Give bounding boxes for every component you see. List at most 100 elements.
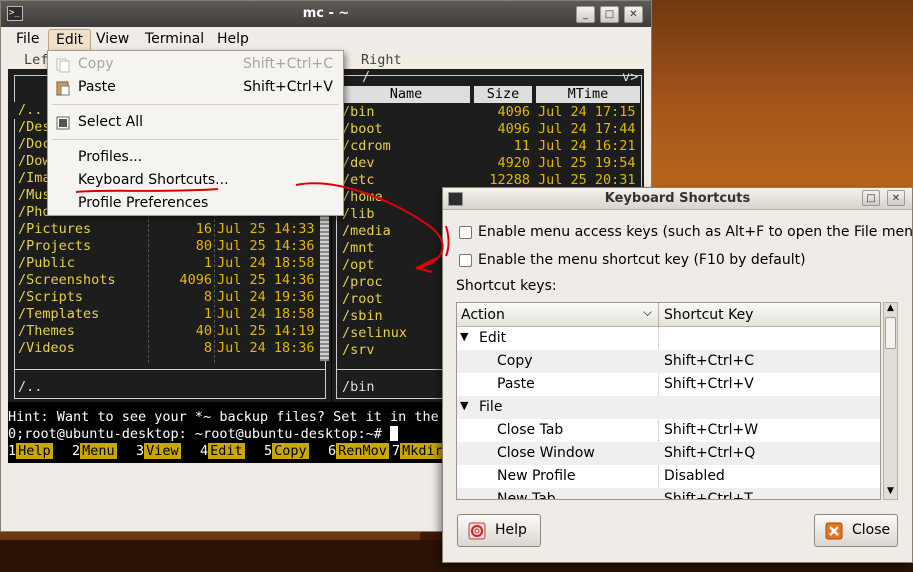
right-panel-row[interactable]: /boot 4096 Jul 24 17:44	[332, 121, 644, 138]
expander-icon[interactable]: ▼	[460, 399, 468, 412]
right-panel-row[interactable]: /cdrom 11 Jul 24 16:21	[332, 138, 644, 155]
dialog-maximize-button[interactable]: □	[862, 190, 880, 206]
file-size: 8	[203, 289, 212, 305]
menu-item-label: Paste	[78, 79, 116, 95]
tree-row[interactable]: Paste Shift+Ctrl+V	[457, 373, 880, 396]
mc-menu-right[interactable]: Right	[361, 52, 402, 68]
right-panel-path: /	[362, 69, 371, 85]
tree-row[interactable]: Copy Shift+Ctrl+C	[457, 350, 880, 373]
scroll-up-icon[interactable]: ▲	[885, 303, 896, 315]
header-size[interactable]: Size	[474, 86, 532, 103]
fkey-help[interactable]: 1 Help	[8, 443, 53, 460]
left-panel-status: /..	[18, 379, 43, 395]
menu-item-copy[interactable]: Copy Shift+Ctrl+C	[48, 53, 343, 76]
tree-scrollbar[interactable]: ▲ ▼	[883, 302, 898, 500]
menu-item-accel: Shift+Ctrl+V	[243, 79, 333, 95]
fkey-label: Help	[16, 443, 53, 459]
right-panel-row[interactable]: /bin 4096 Jul 24 17:15	[332, 104, 644, 121]
dialog-close-x-button[interactable]: ✕	[887, 190, 905, 206]
shortcut-key[interactable]: Disabled	[664, 468, 725, 484]
edit-menu-dropdown: Copy Shift+Ctrl+C Paste Shift+Ctrl+V Sel…	[47, 50, 344, 216]
close-icon	[825, 522, 843, 540]
menu-access-keys-checkbox[interactable]	[459, 226, 472, 239]
menu-file[interactable]: File	[9, 29, 46, 51]
left-panel-row[interactable]: /Projects 80 Jul 25 14:36	[8, 238, 331, 255]
menu-item-label: Profile Preferences	[78, 195, 209, 211]
help-button[interactable]: Help	[457, 514, 541, 547]
shortcut-key[interactable]: Shift+Ctrl+C	[664, 353, 754, 369]
file-mtime: Jul 24 18:58	[217, 255, 315, 271]
menu-item-paste[interactable]: Paste Shift+Ctrl+V	[48, 76, 343, 99]
maximize-button[interactable]: □	[600, 6, 619, 23]
left-panel-row[interactable]: /Templates 1 Jul 24 18:58	[8, 306, 331, 323]
fkey-view[interactable]: 3 View	[136, 443, 181, 460]
file-name: /Public	[18, 255, 75, 271]
right-panel-row[interactable]: /dev 4920 Jul 25 19:54	[332, 155, 644, 172]
action-name: New Profile	[497, 468, 576, 484]
help-icon	[468, 522, 486, 540]
left-panel-row[interactable]: /Videos 8 Jul 24 18:36	[8, 340, 331, 357]
fkey-menu[interactable]: 2 Menu	[72, 443, 117, 460]
fkey-label: View	[144, 443, 181, 459]
terminal-titlebar[interactable]: >_ mc - ~ _ □ ✕	[1, 1, 651, 27]
fkey-edit[interactable]: 4 Edit	[200, 443, 245, 460]
left-panel-row[interactable]: /Public 1 Jul 24 18:58	[8, 255, 331, 272]
dialog-title: Keyboard Shortcuts	[604, 191, 751, 206]
close-dialog-button[interactable]: Close	[814, 514, 898, 547]
left-panel-row[interactable]: /Scripts 8 Jul 24 19:36	[8, 289, 331, 306]
shortcut-tree[interactable]: Action ⌵ Shortcut Key ▼ Edit Copy Shift+Ctr…	[456, 302, 881, 500]
file-mtime: Jul 25 19:54	[538, 155, 636, 171]
tree-body: ▼ Edit Copy Shift+Ctrl+C Paste Shift+Ctrl+V ▼ F…	[457, 327, 880, 499]
dialog-titlebar[interactable]: Keyboard Shortcuts □ ✕	[443, 188, 912, 210]
menu-item-select-all[interactable]: Select All	[48, 111, 343, 134]
menu-item-profiles[interactable]: Profiles...	[48, 146, 343, 169]
file-mtime: Jul 25 14:33	[217, 221, 315, 237]
fkey-copy[interactable]: 5 Copy	[264, 443, 309, 460]
scroll-thumb[interactable]	[885, 317, 896, 349]
file-size: 11	[513, 138, 530, 154]
header-mtime[interactable]: MTime	[536, 86, 640, 103]
tree-row[interactable]: New Profile Disabled	[457, 465, 880, 488]
close-button-label: Close	[852, 522, 891, 538]
scroll-down-icon[interactable]: ▼	[885, 486, 896, 498]
menu-item-profile-preferences[interactable]: Profile Preferences	[48, 192, 343, 215]
file-name: /boot	[342, 121, 383, 137]
chevron-down-icon[interactable]: ⌵	[643, 305, 652, 320]
shortcut-key[interactable]: Shift+Ctrl+W	[664, 422, 758, 438]
column-shortcut-key[interactable]: Shortcut Key	[664, 307, 753, 323]
minimize-button[interactable]: _	[576, 6, 595, 23]
tree-group-row[interactable]: ▼ Edit	[457, 327, 880, 350]
shortcut-key[interactable]: Shift+Ctrl+V	[664, 376, 754, 392]
file-size: 4096	[179, 272, 212, 288]
text-cursor	[390, 426, 399, 441]
menu-view[interactable]: View	[89, 29, 136, 51]
menu-edit[interactable]: Edit	[48, 29, 92, 51]
shortcut-key[interactable]: Shift+Ctrl+Q	[664, 445, 755, 461]
expander-icon[interactable]: ▼	[460, 330, 468, 343]
menu-separator	[52, 104, 339, 105]
left-panel-row[interactable]: /Themes 40 Jul 25 14:19	[8, 323, 331, 340]
fkey-mkdir[interactable]: 7 Mkdir	[392, 443, 445, 460]
shortcut-key[interactable]: Shift+Ctrl+T	[664, 491, 753, 499]
fkey-renmov[interactable]: 6 RenMov	[328, 443, 389, 460]
header-name[interactable]: Name	[342, 86, 470, 103]
menu-help[interactable]: Help	[210, 29, 256, 51]
file-name: /..	[18, 102, 43, 118]
tree-group-row[interactable]: ▼ File	[457, 396, 880, 419]
close-button[interactable]: ✕	[624, 6, 643, 23]
right-panel-nav[interactable]: v>	[622, 69, 638, 85]
tree-row[interactable]: Close Tab Shift+Ctrl+W	[457, 419, 880, 442]
menu-terminal[interactable]: Terminal	[138, 29, 211, 51]
menu-item-keyboard-shortcuts[interactable]: Keyboard Shortcuts...	[48, 169, 343, 192]
action-name: Edit	[479, 330, 507, 346]
action-name: Copy	[497, 353, 533, 369]
fkey-label: RenMov	[336, 443, 389, 459]
menu-shortcut-key-checkbox[interactable]	[459, 254, 472, 267]
left-panel-row[interactable]: /Pictures 16 Jul 25 14:33	[8, 221, 331, 238]
file-name: /Scripts	[18, 289, 84, 305]
tree-row[interactable]: Close Window Shift+Ctrl+Q	[457, 442, 880, 465]
copy-icon	[56, 58, 70, 73]
column-action[interactable]: Action	[461, 307, 505, 323]
left-panel-row[interactable]: /Screenshots 4096 Jul 25 14:36	[8, 272, 331, 289]
tree-row[interactable]: New Tab Shift+Ctrl+T	[457, 488, 880, 499]
